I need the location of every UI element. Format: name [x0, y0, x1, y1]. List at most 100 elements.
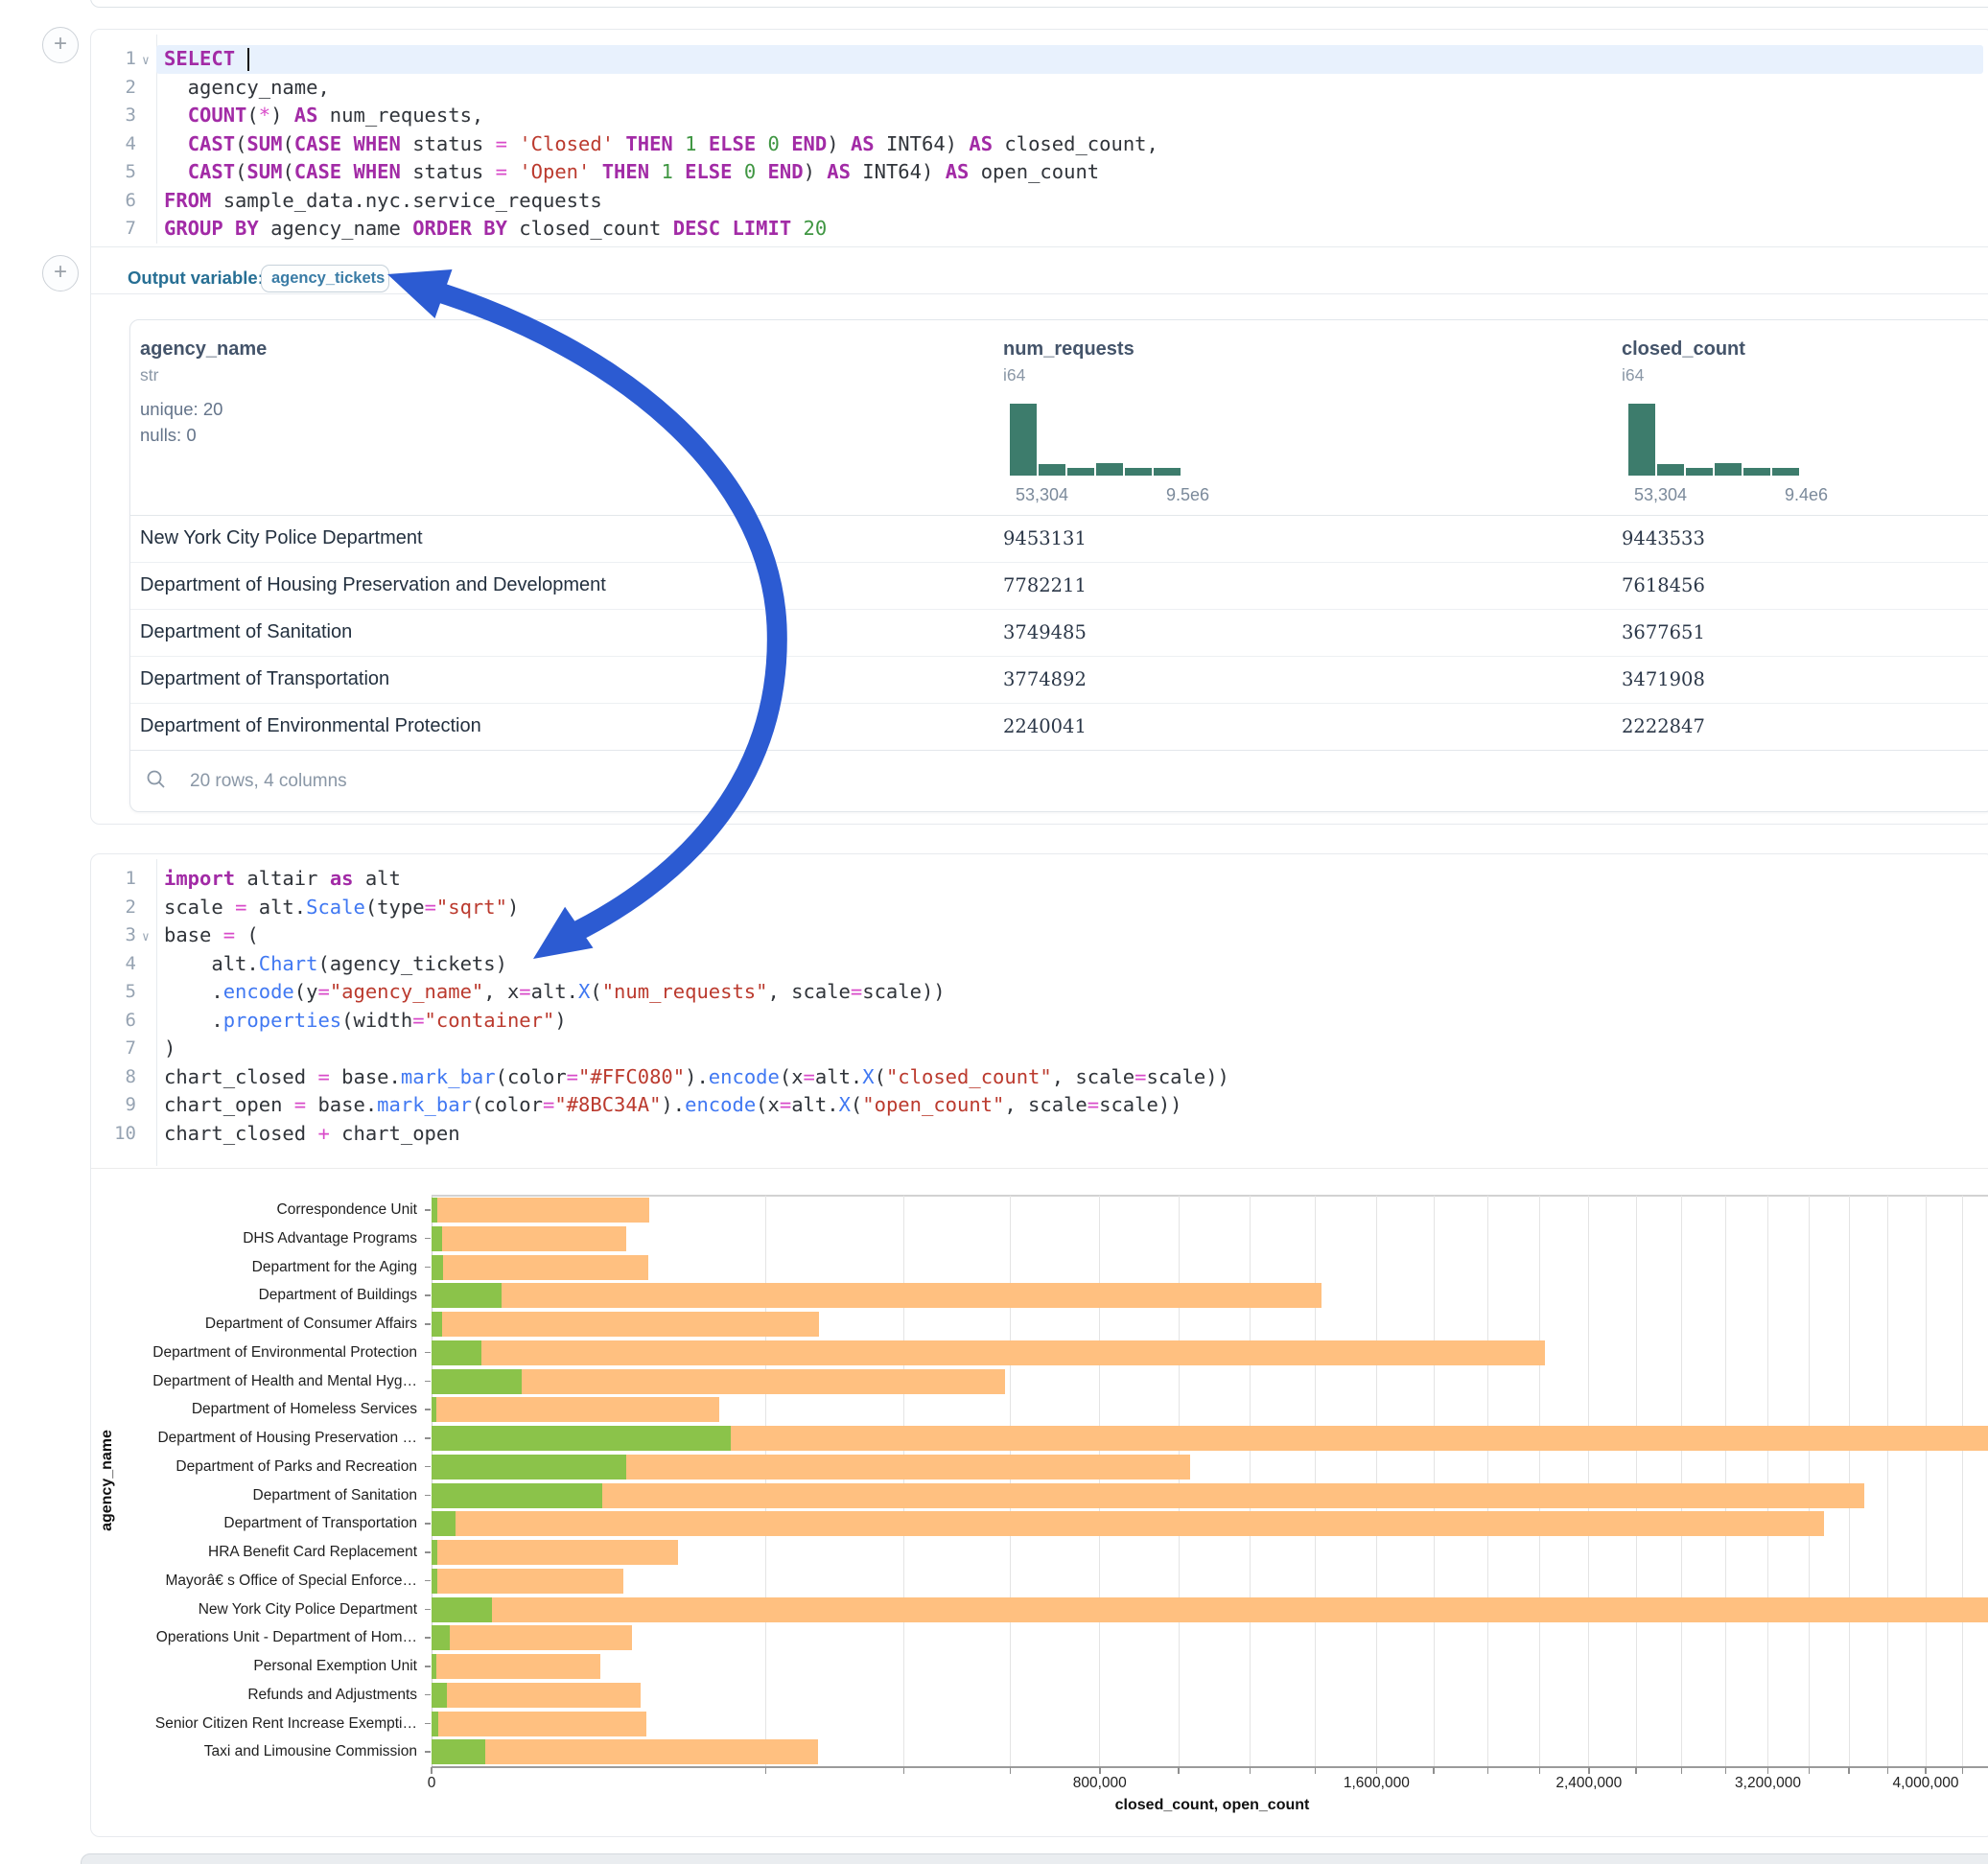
code-line[interactable]: 7): [92, 1035, 1986, 1063]
code-fold-chevron-icon[interactable]: ∨: [142, 923, 150, 952]
add-cell-button-output[interactable]: +: [42, 255, 79, 291]
code-token: ): [507, 896, 519, 919]
line-number: 7: [92, 1035, 136, 1063]
code-line[interactable]: 5 .encode(y="agency_name", x=alt.X("num_…: [92, 978, 1986, 1007]
column-header-num-requests[interactable]: num_requests: [1003, 338, 1134, 361]
open-count-bar[interactable]: [432, 1597, 492, 1622]
chart-plot-area[interactable]: [432, 1196, 1988, 1766]
add-cell-button-top[interactable]: +: [42, 27, 79, 63]
open-count-bar[interactable]: [432, 1569, 437, 1594]
code-line[interactable]: 1∨SELECT: [92, 45, 1986, 74]
open-count-bar[interactable]: [432, 1283, 502, 1308]
code-line[interactable]: 3 COUNT(*) AS num_requests,: [92, 102, 1986, 130]
closed-count-bar[interactable]: [432, 1198, 649, 1223]
open-count-bar[interactable]: [432, 1455, 626, 1480]
closed-count-bar[interactable]: [432, 1397, 719, 1422]
closed-count-bar[interactable]: [432, 1283, 1321, 1308]
code-token: DESC: [673, 217, 720, 240]
open-count-bar[interactable]: [432, 1625, 450, 1650]
closed-count-bar[interactable]: [432, 1569, 623, 1594]
code-token: [235, 47, 246, 70]
search-icon[interactable]: [146, 769, 167, 790]
code-token: mark_bar: [401, 1065, 496, 1088]
code-fold-chevron-icon[interactable]: ∨: [142, 47, 150, 76]
table-row[interactable]: New York City Police Department945313194…: [130, 515, 1988, 562]
closed-count-bar[interactable]: [432, 1226, 626, 1251]
code-token: (: [235, 132, 246, 155]
sql-code-editor[interactable]: 1∨SELECT 2 agency_name,3 COUNT(*) AS num…: [92, 45, 1986, 244]
closed-count-bar[interactable]: [432, 1739, 818, 1764]
table-row[interactable]: Department of Housing Preservation and D…: [130, 562, 1988, 609]
code-token: altair: [235, 867, 330, 890]
code-line[interactable]: 6FROM sample_data.nyc.service_requests: [92, 187, 1986, 216]
gridline: [1962, 1196, 1963, 1766]
open-count-bar[interactable]: [432, 1369, 522, 1394]
closed-count-bar[interactable]: [432, 1540, 678, 1565]
code-token: Chart: [259, 952, 318, 975]
open-count-bar[interactable]: [432, 1712, 438, 1736]
code-line[interactable]: 1import altair as alt: [92, 865, 1986, 894]
code-token: scale: [164, 896, 235, 919]
closed-count-bar[interactable]: [432, 1255, 648, 1280]
open-count-bar[interactable]: [432, 1226, 442, 1251]
x-axis-tick: [1962, 1767, 1964, 1774]
closed-count-bar[interactable]: [432, 1483, 1864, 1508]
histogram-bar: [1067, 468, 1094, 476]
line-number: 6: [92, 1007, 136, 1036]
closed-count-bar[interactable]: [432, 1597, 1988, 1622]
closed-count-bar[interactable]: [432, 1683, 641, 1708]
closed-count-bar[interactable]: [432, 1340, 1545, 1365]
code-line[interactable]: 3∨base = (: [92, 921, 1986, 950]
table-row[interactable]: Department of Transportation377489234719…: [130, 656, 1988, 703]
code-line[interactable]: 10chart_closed + chart_open: [92, 1120, 1986, 1149]
code-token: chart_closed: [164, 1065, 317, 1088]
notebook-screen: { "colors": { "arrow": "#2c5bd2", "bar_c…: [0, 0, 1988, 1864]
x-axis-tick-label: 800,000: [1073, 1775, 1127, 1792]
open-count-bar[interactable]: [432, 1483, 602, 1508]
code-line[interactable]: 2 agency_name,: [92, 74, 1986, 103]
next-cell-fragment: [81, 1853, 1988, 1864]
x-axis-tick: [1848, 1767, 1850, 1774]
code-line[interactable]: 4 CAST(SUM(CASE WHEN status = 'Closed' T…: [92, 130, 1986, 159]
y-axis-category-label: Department of Homeless Services: [0, 1395, 417, 1424]
table-row[interactable]: Department of Sanitation37494853677651: [130, 609, 1988, 656]
open-count-bar[interactable]: [432, 1683, 447, 1708]
open-count-bar[interactable]: [432, 1340, 481, 1365]
closed-count-bar[interactable]: [432, 1312, 819, 1337]
open-count-bar[interactable]: [432, 1312, 442, 1337]
table-row[interactable]: Department of Environmental Protection22…: [130, 703, 1988, 750]
code-token: [720, 217, 732, 240]
footer-separator: [130, 750, 1988, 751]
python-code-editor[interactable]: 1import altair as alt2scale = alt.Scale(…: [92, 865, 1986, 1148]
code-line[interactable]: 9chart_open = base.mark_bar(color="#8BC3…: [92, 1091, 1986, 1120]
open-count-bar[interactable]: [432, 1426, 731, 1451]
code-line[interactable]: 4 alt.Chart(agency_tickets): [92, 950, 1986, 979]
code-line[interactable]: 5 CAST(SUM(CASE WHEN status = 'Open' THE…: [92, 158, 1986, 187]
column-header-agency-name[interactable]: agency_name: [140, 338, 267, 361]
code-line[interactable]: 8chart_closed = base.mark_bar(color="#FF…: [92, 1063, 1986, 1092]
gridline: [1636, 1196, 1637, 1766]
code-token: [590, 160, 601, 183]
code-line[interactable]: 7GROUP BY agency_name ORDER BY closed_co…: [92, 215, 1986, 244]
line-number: 3: [92, 102, 136, 130]
open-count-bar[interactable]: [432, 1511, 456, 1536]
open-count-bar[interactable]: [432, 1654, 436, 1679]
closed-count-bar[interactable]: [432, 1511, 1824, 1536]
code-token: =: [496, 160, 507, 183]
code-token: "#8BC34A": [554, 1093, 661, 1116]
output-variable-badge[interactable]: agency_tickets: [261, 265, 389, 292]
closed-count-bar[interactable]: [432, 1625, 632, 1650]
open-count-bar[interactable]: [432, 1255, 443, 1280]
table-cell: Department of Environmental Protection: [140, 703, 481, 750]
open-count-bar[interactable]: [432, 1198, 437, 1223]
open-count-bar[interactable]: [432, 1739, 485, 1764]
column-header-closed-count[interactable]: closed_count: [1622, 338, 1745, 361]
closed-count-bar[interactable]: [432, 1654, 600, 1679]
open-count-bar[interactable]: [432, 1397, 436, 1422]
code-line[interactable]: 6 .properties(width="container"): [92, 1007, 1986, 1036]
code-line[interactable]: 2scale = alt.Scale(type="sqrt"): [92, 894, 1986, 922]
code-token: THEN: [625, 132, 672, 155]
open-count-bar[interactable]: [432, 1540, 437, 1565]
closed-count-bar[interactable]: [432, 1712, 646, 1736]
code-token: (: [590, 980, 601, 1003]
